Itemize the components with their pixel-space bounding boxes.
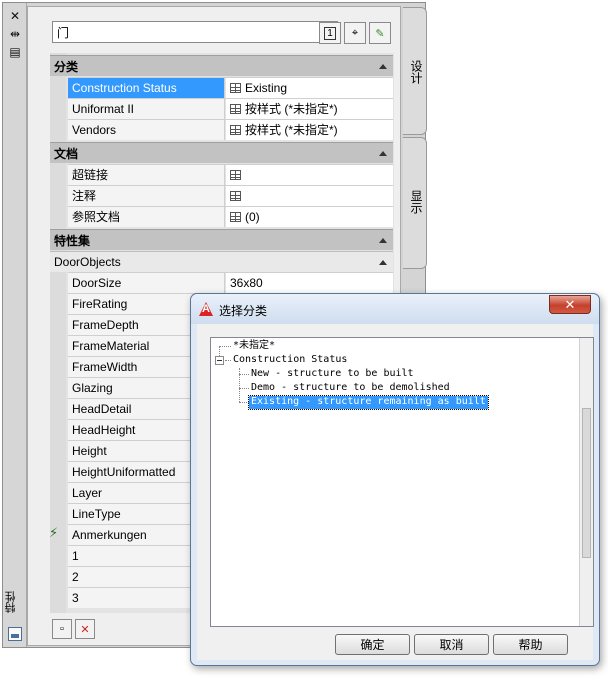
dialog-body: *未指定* Construction Status New - structur… [197,324,594,660]
tree-node-construction-status[interactable]: Construction Status [231,354,349,367]
properties-icon[interactable] [8,627,22,641]
property-value-text: (0) [245,210,260,224]
help-button[interactable]: 帮助 [493,634,568,655]
property-name: DoorSize [68,273,225,293]
dialog-title: 选择分类 [219,304,268,318]
tree-node-new[interactable]: New - structure to be built [249,368,416,381]
property-value[interactable] [226,186,393,206]
property-value-text: 按样式 (*未指定*) [245,123,338,137]
property-value-text: 36x80 [230,276,263,290]
category-label: 分类 [54,59,79,74]
property-name: Construction Status [68,78,225,98]
tab-display-label: 显示 [409,190,423,214]
add-property-set-button[interactable]: ▫ [52,619,72,639]
tree-line [239,402,249,403]
palette-title-strip: ✕ ⇹ ▤ 特性 [3,3,27,647]
tree-node-demo[interactable]: Demo - structure to be demolished [249,382,452,395]
lightning-icon: ⚡ [49,525,59,540]
category-header[interactable]: 文档 [50,142,393,163]
property-name: 注释 [68,186,225,206]
collapse-arrow-icon[interactable] [379,260,387,265]
worksheet-icon[interactable] [230,83,241,93]
quick-select-button[interactable]: ✎ [369,22,391,44]
tree-node-existing[interactable]: Existing - structure remaining as built [248,395,489,410]
collapse-arrow-icon[interactable] [379,238,387,243]
property-value[interactable]: Existing [226,78,393,98]
property-row[interactable]: Vendors 按样式 (*未指定*) [68,119,393,140]
tree-scrollbar[interactable] [579,338,593,626]
property-value[interactable] [226,165,393,185]
add-property-icon: ▫ [60,623,64,635]
remove-property-set-button[interactable]: ✕ [75,619,95,639]
autocad-app-icon: A [199,302,213,316]
scrollbar-thumb[interactable] [582,408,591,558]
cancel-button[interactable]: 取消 [414,634,489,655]
property-row[interactable]: 注释 [68,185,393,206]
property-row[interactable]: 参照文档 (0) [68,206,393,227]
worksheet-icon[interactable] [230,170,241,180]
property-value[interactable]: 36x80 [226,273,393,293]
property-set-label: DoorObjects [54,255,121,269]
auto-hide-icon[interactable]: ⇹ [8,27,22,41]
property-row[interactable]: DoorSize 36x80 [68,272,393,293]
object-type-value: 门 [57,25,70,40]
property-value[interactable]: 按样式 (*未指定*) [226,99,393,119]
tab-design-label: 设计 [409,60,423,84]
tab-display[interactable]: 显示 [403,137,427,269]
quick-select-icon: ✎ [375,27,385,40]
select-objects-button[interactable]: ⌖ [344,22,366,44]
toggle-pickadd-button[interactable]: 1 [319,22,341,44]
property-value[interactable]: 按样式 (*未指定*) [226,120,393,140]
property-value-text: Existing [245,81,288,95]
category-header[interactable]: 特性集 [50,229,393,250]
close-icon: ✕ [564,296,576,312]
category-header[interactable]: 分类 [50,55,393,76]
object-type-dropdown[interactable]: 门 [52,21,338,43]
category-label: 特性集 [54,233,91,248]
collapse-arrow-icon[interactable] [379,151,387,156]
property-name: 参照文档 [68,207,225,227]
property-name: 超链接 [68,165,225,185]
dialog-titlebar[interactable]: A 选择分类 ✕ [191,294,599,324]
worksheet-icon[interactable] [230,104,241,114]
property-name: Uniformat II [68,99,225,119]
property-value-text: 按样式 (*未指定*) [245,102,338,116]
property-set-header[interactable]: DoorObjects [50,251,393,272]
collapse-arrow-icon[interactable] [379,64,387,69]
tree-line [239,388,249,389]
palette-title: 特性 [5,591,17,613]
pickadd-icon: 1 [324,26,336,40]
property-value[interactable]: (0) [226,207,393,227]
tree-expander-minus-icon[interactable] [215,356,224,365]
worksheet-icon[interactable] [230,125,241,135]
classification-tree[interactable]: *未指定* Construction Status New - structur… [210,337,594,627]
select-classification-dialog: A 选择分类 ✕ *未指定* Construction Status New -… [190,293,600,666]
property-name: Vendors [68,120,225,140]
category-label: 文档 [54,146,79,161]
property-row[interactable]: Uniformat II 按样式 (*未指定*) [68,98,393,119]
property-row[interactable]: Construction Status Existing [68,77,393,98]
dialog-close-button[interactable]: ✕ [549,295,591,314]
property-row[interactable]: 超链接 [68,164,393,185]
tree-line [219,346,231,347]
worksheet-icon[interactable] [230,212,241,222]
tree-node-unspecified[interactable]: *未指定* [231,340,277,353]
palette-menu-icon[interactable]: ▤ [8,45,22,59]
remove-property-icon: ✕ [80,623,90,636]
ok-button[interactable]: 确定 [335,634,410,655]
tab-design[interactable]: 设计 [403,7,427,135]
cursor-select-icon: ⌖ [351,26,359,39]
tree-line [239,374,249,375]
close-palette-icon[interactable]: ✕ [8,9,22,23]
worksheet-icon[interactable] [230,191,241,201]
